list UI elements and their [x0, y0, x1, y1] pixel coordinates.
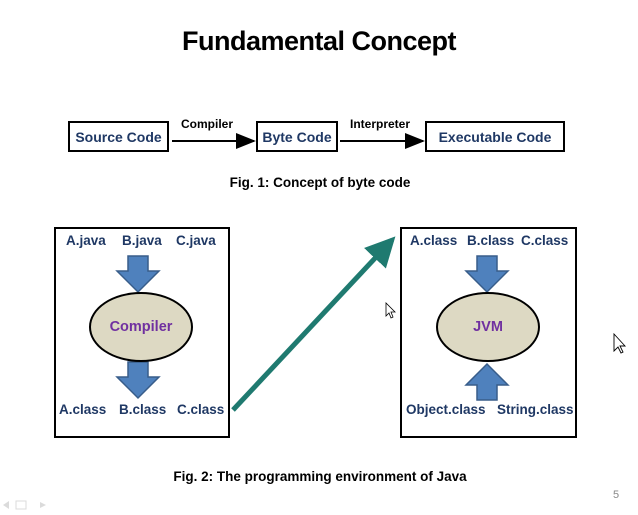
mouse-cursor-icon: [385, 302, 396, 319]
compiler-label: Compiler: [181, 117, 234, 131]
slide-menu-icon: [15, 500, 27, 510]
page-number: 5: [613, 489, 620, 501]
class-file: A.class: [410, 233, 458, 248]
class-file: A.class: [59, 402, 107, 417]
interpreter-label: Interpreter: [350, 117, 411, 131]
class-file: C.class: [521, 233, 569, 248]
class-file: B.class: [119, 402, 167, 417]
slideshow-toolbar: [3, 500, 46, 510]
fig2-caption: Fig. 2: The programming environment of J…: [173, 469, 467, 484]
library-class-file: Object.class: [406, 402, 486, 417]
class-file: C.class: [177, 402, 225, 417]
java-file: C.java: [176, 233, 216, 248]
jvm-ellipse: JVM: [436, 292, 540, 362]
source-code-box: Source Code: [68, 121, 169, 152]
class-file: B.class: [467, 233, 515, 248]
library-class-file: String.class: [497, 402, 574, 417]
java-file: B.java: [122, 233, 162, 248]
mouse-cursor-icon-2: [613, 332, 627, 354]
previous-slide-icon: [3, 501, 9, 509]
executable-code-box: Executable Code: [425, 121, 565, 152]
java-file: A.java: [66, 233, 106, 248]
fig1-caption: Fig. 1: Concept of byte code: [229, 175, 411, 190]
byte-code-box: Byte Code: [256, 121, 338, 152]
class-transfer-arrow: [231, 236, 396, 412]
compiler-ellipse: Compiler: [89, 292, 193, 362]
next-slide-icon: [40, 502, 46, 508]
